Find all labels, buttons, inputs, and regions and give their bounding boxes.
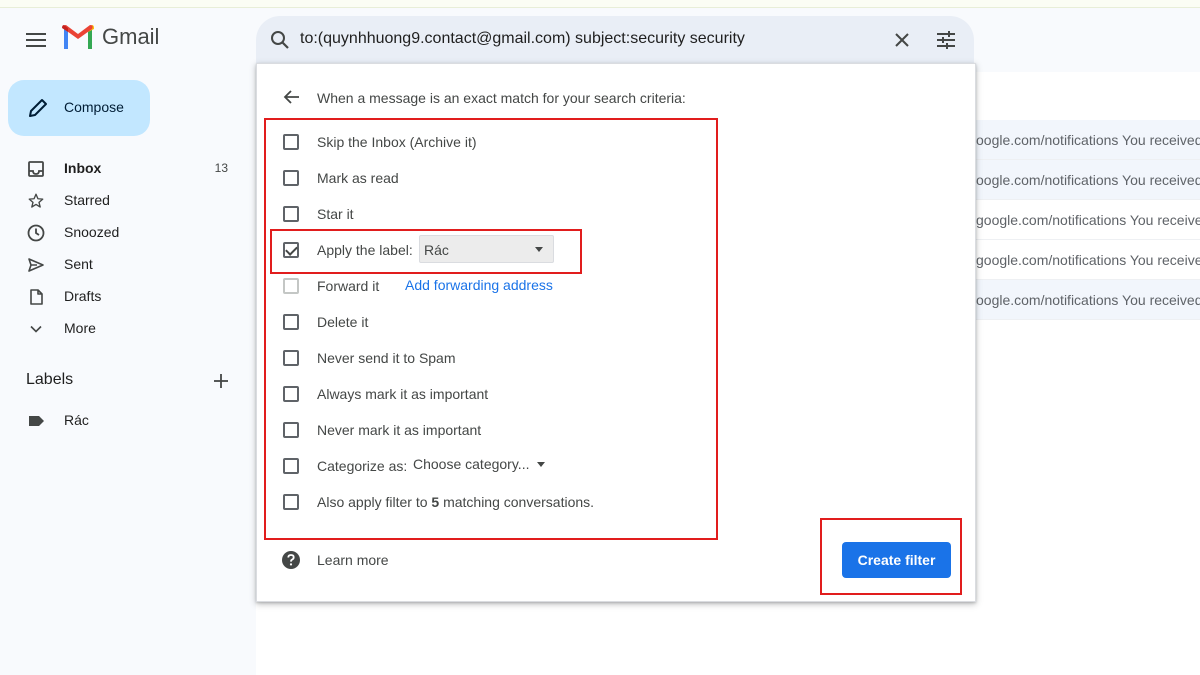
sidebar-item-starred[interactable]: Starred [0,184,250,216]
sidebar-label-name: Rác [64,412,89,428]
compose-label: Compose [64,99,124,115]
sidebar-item-label: Drafts [64,288,102,304]
option-label: Delete it [317,314,369,330]
sidebar-item-label: Inbox [64,160,102,176]
labels-heading: Labels [26,371,74,388]
sidebar-item-label: Starred [64,192,110,208]
apply-label-checkbox[interactable] [283,242,299,258]
add-forwarding-address-link[interactable]: Add forwarding address [405,277,553,293]
category-select-value: Choose category... [413,456,530,472]
sidebar-nav: Inbox 13 Starred Snoozed Sent Drafts Mor… [0,152,250,344]
gmail-wordmark: Gmail [102,24,160,49]
main-menu-button[interactable] [22,26,50,54]
chevron-down-icon [30,325,42,333]
hamburger-menu-icon [26,33,46,47]
forward-it-checkbox[interactable] [283,278,299,294]
send-icon [28,258,44,272]
sidebar-item-sent[interactable]: Sent [0,248,250,280]
categorize-checkbox[interactable] [283,458,299,474]
dropdown-arrow-icon [535,247,543,252]
star-it-checkbox[interactable] [283,206,299,222]
search-icon[interactable] [268,28,292,52]
create-filter-panel: When a message is an exact match for you… [256,63,976,602]
option-always-important[interactable]: Always mark it as important [281,382,701,406]
never-important-checkbox[interactable] [283,422,299,438]
sidebar-item-inbox[interactable]: Inbox 13 [0,152,250,184]
sidebar-label-rac[interactable]: Rác [0,404,250,436]
option-label: Also apply filter to 5 matching conversa… [317,494,594,510]
label-icon [29,416,44,426]
add-label-icon[interactable] [210,370,232,392]
always-important-checkbox[interactable] [283,386,299,402]
sidebar-item-snoozed[interactable]: Snoozed [0,216,250,248]
option-star-it[interactable]: Star it [281,202,701,226]
draft-icon [30,289,43,305]
compose-button[interactable]: Compose [8,80,150,136]
sidebar-item-label: More [64,320,96,336]
option-label: Categorize as: [317,458,408,474]
dropdown-arrow-icon [537,462,546,468]
delete-it-checkbox[interactable] [283,314,299,330]
pencil-icon [29,99,47,117]
list-item[interactable]: oogle.com/notifications You received [974,280,1200,320]
option-never-spam[interactable]: Never send it to Spam [281,346,701,370]
star-icon [28,193,44,208]
label-select-value: Rác [424,242,449,258]
never-spam-checkbox[interactable] [283,350,299,366]
option-label: Forward it [317,278,380,294]
clear-search-icon[interactable] [890,28,914,52]
gmail-m-icon [62,25,94,49]
skip-inbox-checkbox[interactable] [283,134,299,150]
back-arrow-icon[interactable] [281,86,303,108]
learn-more-link[interactable]: Learn more [317,552,389,568]
sidebar-item-more[interactable]: More [0,312,250,344]
search-bar[interactable]: to:(quynhhuong9.contact@gmail.com) subje… [256,16,974,64]
option-label: Star it [317,206,354,222]
sidebar-item-label: Sent [64,256,93,272]
option-label: Mark as read [317,170,399,186]
option-label: Apply the label: [317,242,413,258]
sidebar-item-drafts[interactable]: Drafts [0,280,250,312]
list-item[interactable]: oogle.com/notifications You received [974,160,1200,200]
inbox-icon [28,161,44,177]
unread-count: 13 [214,161,228,175]
label-select-dropdown[interactable]: Rác [419,235,554,263]
option-never-important[interactable]: Never mark it as important [281,418,701,442]
search-options-icon[interactable] [934,28,958,52]
option-delete-it[interactable]: Delete it [281,310,701,334]
category-select-dropdown[interactable]: Choose category... [413,456,546,476]
option-skip-inbox[interactable]: Skip the Inbox (Archive it) [281,130,701,154]
option-label: Never send it to Spam [317,350,456,366]
criteria-text: When a message is an exact match for you… [317,90,686,106]
option-label-suffix: matching conversations. [439,494,595,510]
mark-as-read-checkbox[interactable] [283,170,299,186]
apply-to-matching-checkbox[interactable] [283,494,299,510]
option-apply-to-matching[interactable]: Also apply filter to 5 matching conversa… [281,490,701,514]
top-bar-strip [0,0,1200,8]
search-query[interactable]: to:(quynhhuong9.contact@gmail.com) subje… [300,30,745,48]
option-label-prefix: Also apply filter to [317,494,432,510]
option-label: Skip the Inbox (Archive it) [317,134,477,150]
option-label: Never mark it as important [317,422,482,438]
help-icon[interactable] [281,550,301,570]
create-filter-button[interactable]: Create filter [842,542,951,578]
gmail-logo[interactable]: Gmail [62,24,159,50]
list-item[interactable]: google.com/notifications You receive [974,200,1200,240]
clock-icon [27,224,45,242]
sidebar-item-label: Snoozed [64,224,120,240]
list-item[interactable]: google.com/notifications You receive [974,240,1200,280]
option-label: Always mark it as important [317,386,489,402]
option-mark-as-read[interactable]: Mark as read [281,166,701,190]
list-item[interactable]: oogle.com/notifications You received [974,120,1200,160]
